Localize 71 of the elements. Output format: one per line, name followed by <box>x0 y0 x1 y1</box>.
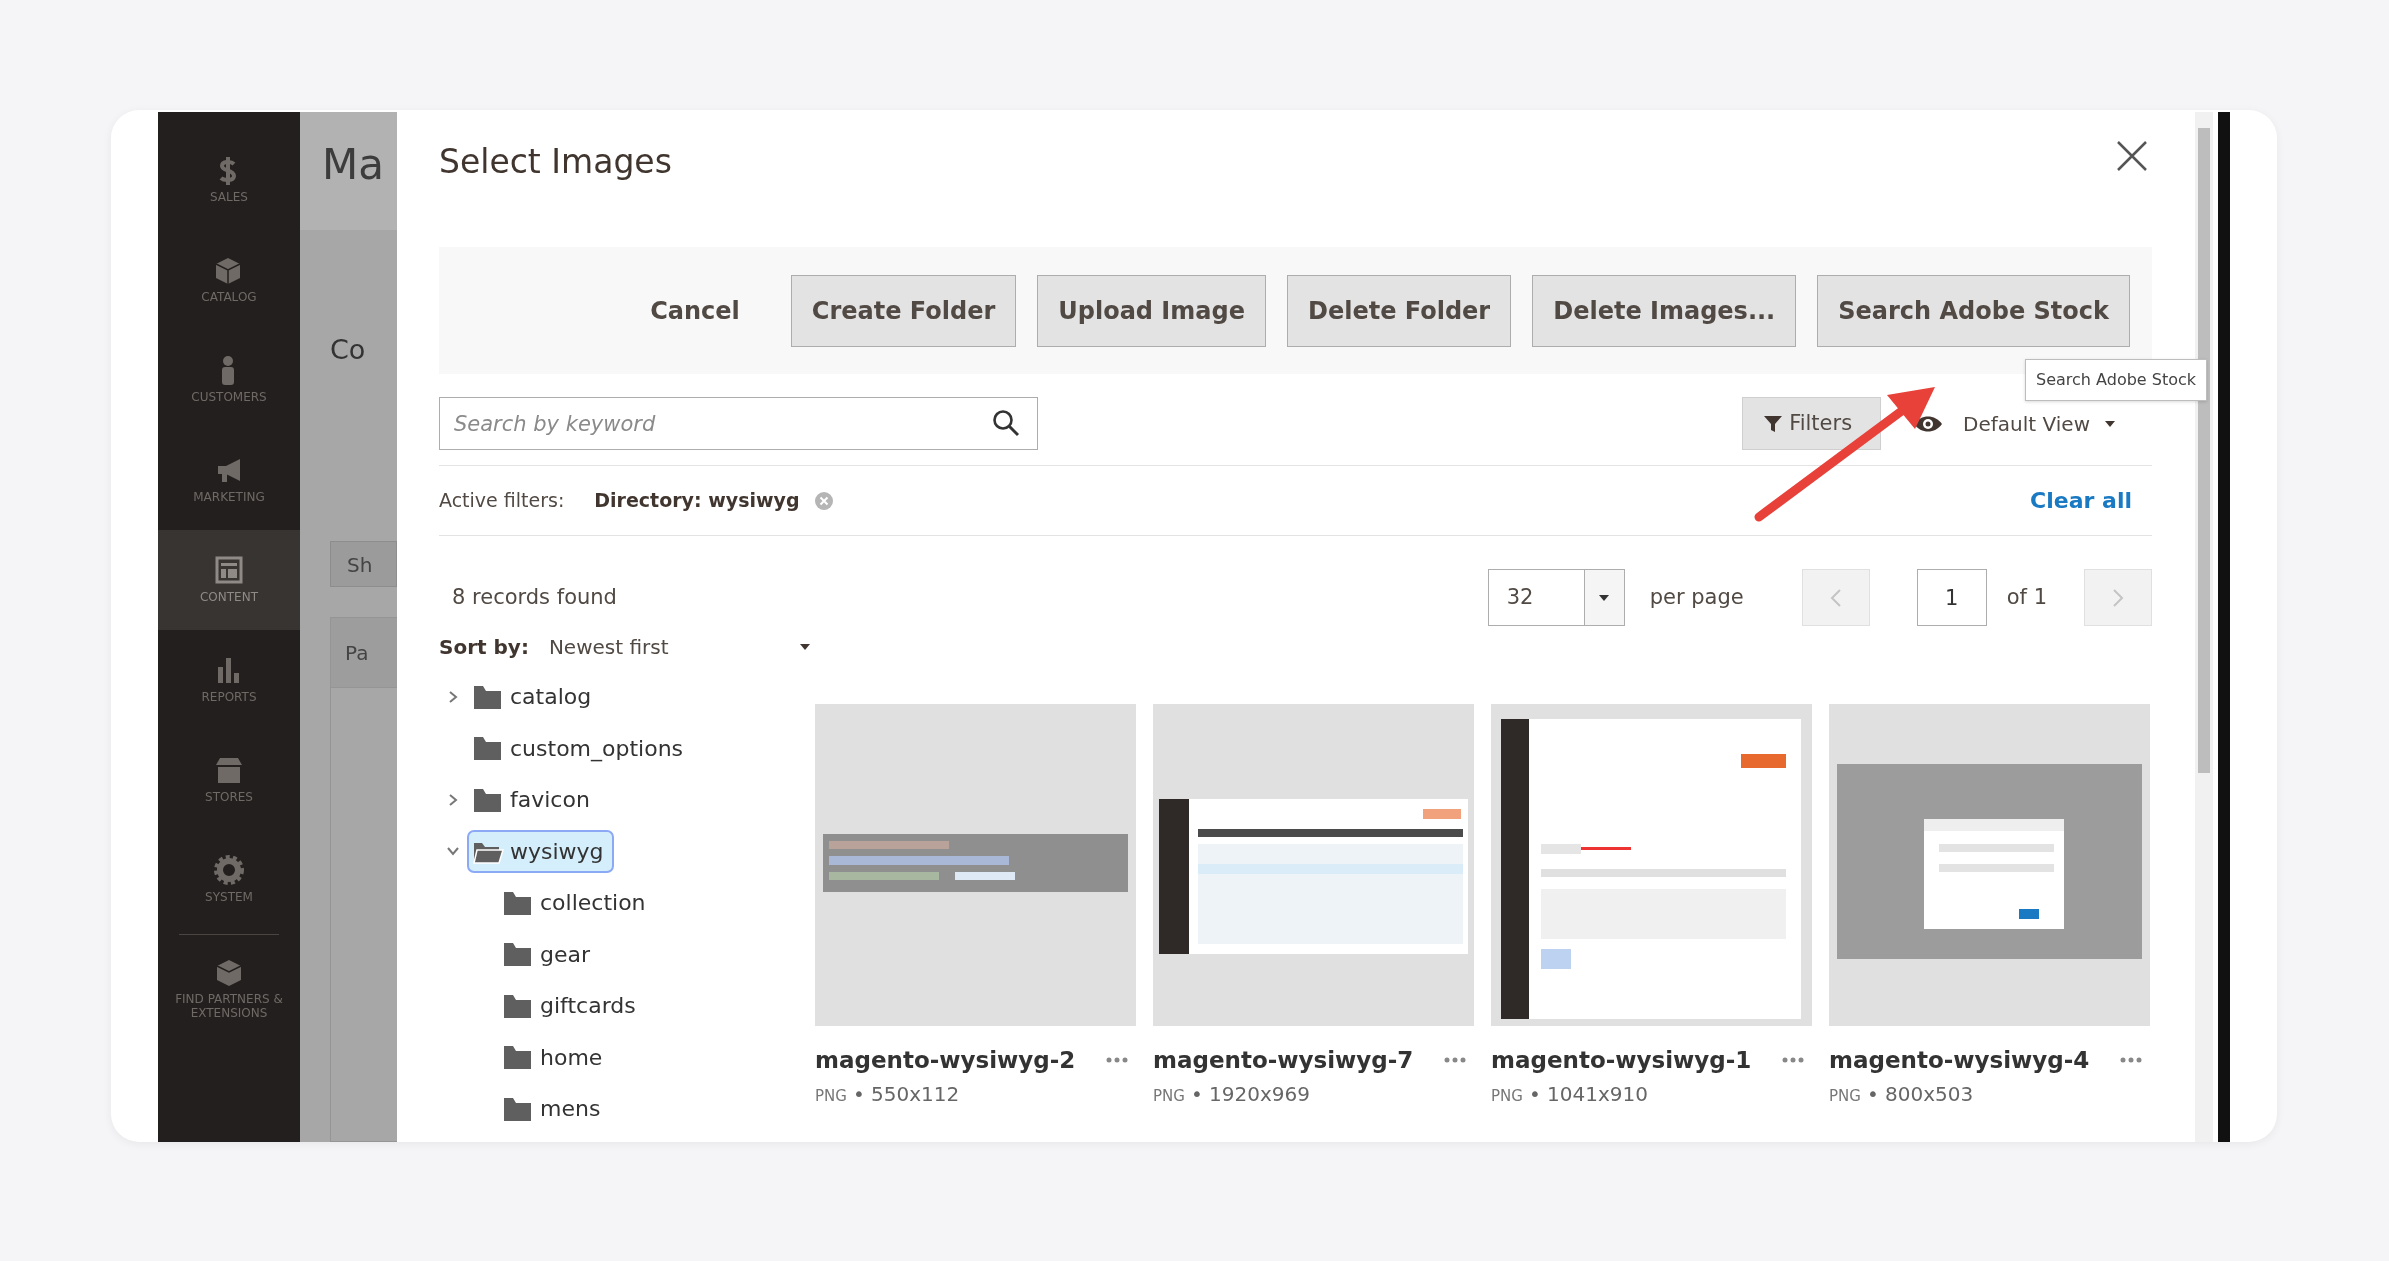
toolbar-button[interactable]: Delete Images... <box>1532 274 1797 347</box>
sidebar-item[interactable]: CONTENT <box>158 530 300 630</box>
file-format: PNG <box>1491 1087 1523 1105</box>
toolbar-button[interactable]: Search Adobe Stock <box>1817 274 2130 347</box>
image-size: • 1041x910 <box>1528 1082 1648 1106</box>
storefront-icon <box>214 755 244 786</box>
file-format: PNG <box>1829 1087 1861 1105</box>
file-format: PNG <box>1153 1087 1185 1105</box>
records-count: 8 records found <box>452 583 617 611</box>
caret-icon <box>2104 419 2116 428</box>
chevron-right-icon <box>2112 587 2124 608</box>
folder-icon <box>473 734 504 763</box>
close-icon <box>2116 140 2148 172</box>
folder-icon <box>503 1043 534 1072</box>
folder-item[interactable]: wysiwyg <box>467 829 614 873</box>
folder-item[interactable]: favicon <box>467 778 600 822</box>
scrollbar[interactable] <box>2195 112 2213 1142</box>
remove-filter-button[interactable] <box>813 490 834 511</box>
search-field[interactable]: Search by keyword <box>439 397 1038 450</box>
page-number-field[interactable]: 1 <box>1916 569 1987 626</box>
folder-item[interactable]: catalog <box>467 675 602 719</box>
image-name: magento-wysiwyg-4 <box>1829 1045 2090 1075</box>
panel-tab[interactable]: Pa <box>331 617 397 688</box>
image-name: magento-wysiwyg-1 <box>1491 1045 1752 1075</box>
close-button[interactable] <box>2116 140 2148 172</box>
funnel-icon <box>1763 413 1784 434</box>
folder-item[interactable]: giftcards <box>497 984 646 1028</box>
scrollbar-thumb[interactable] <box>2198 128 2210 773</box>
sort-label: Sort by: <box>439 634 529 661</box>
folder-item[interactable]: home <box>497 1035 613 1079</box>
layout-icon <box>214 555 244 586</box>
image-name: magento-wysiwyg-2 <box>815 1045 1076 1075</box>
gear-icon <box>214 855 244 886</box>
tooltip: Search Adobe Stock <box>2025 359 2208 401</box>
toolbar-button[interactable]: Create Folder <box>790 274 1017 347</box>
image-name: magento-wysiwyg-7 <box>1153 1045 1414 1075</box>
image-size: • 550x112 <box>852 1082 960 1106</box>
toolbar-button[interactable]: Delete Folder <box>1286 274 1512 347</box>
ellipsis-icon <box>1444 1057 1466 1063</box>
filters-label: Active filters: <box>439 488 565 514</box>
page-button[interactable]: Sh <box>330 540 397 587</box>
cancel-link[interactable]: Cancel <box>650 292 770 329</box>
image-size: • 1920x969 <box>1190 1082 1310 1106</box>
sort-dropdown[interactable]: Newest first <box>548 632 811 662</box>
folder-item[interactable]: collection <box>497 881 656 925</box>
folder-item[interactable]: gear <box>497 932 601 976</box>
modal-title: Select Images <box>439 141 672 183</box>
close-icon <box>813 490 834 511</box>
search-icon <box>992 409 1020 437</box>
view-dropdown[interactable]: Default View <box>1957 407 2122 440</box>
caret-icon <box>1598 593 1611 602</box>
ellipsis-icon <box>1106 1057 1128 1063</box>
box-icon <box>214 957 244 988</box>
filters-button[interactable]: Filters <box>1742 397 1882 450</box>
page-total: of 1 <box>2006 583 2047 611</box>
ellipsis-icon <box>2120 1057 2142 1063</box>
ellipsis-icon <box>1782 1057 1804 1063</box>
folder-item[interactable]: mens <box>497 1087 611 1131</box>
section-heading: Co <box>330 333 367 367</box>
toolbar-button[interactable]: Upload Image <box>1037 274 1266 347</box>
page-title: Ma <box>300 112 397 230</box>
per-page-select[interactable]: 32 <box>1487 569 1625 626</box>
chevron-left-icon <box>1829 587 1842 608</box>
caret-icon <box>798 643 811 651</box>
file-format: PNG <box>815 1087 847 1105</box>
per-page-label: per page <box>1649 583 1744 611</box>
clear-all-link[interactable]: Clear all <box>2030 484 2132 517</box>
image-size: • 800x503 <box>1866 1082 1974 1106</box>
folder-item[interactable]: custom_options <box>467 726 694 770</box>
folder-icon <box>503 940 534 969</box>
active-filter-text: Directory: wysiwyg <box>594 488 800 514</box>
